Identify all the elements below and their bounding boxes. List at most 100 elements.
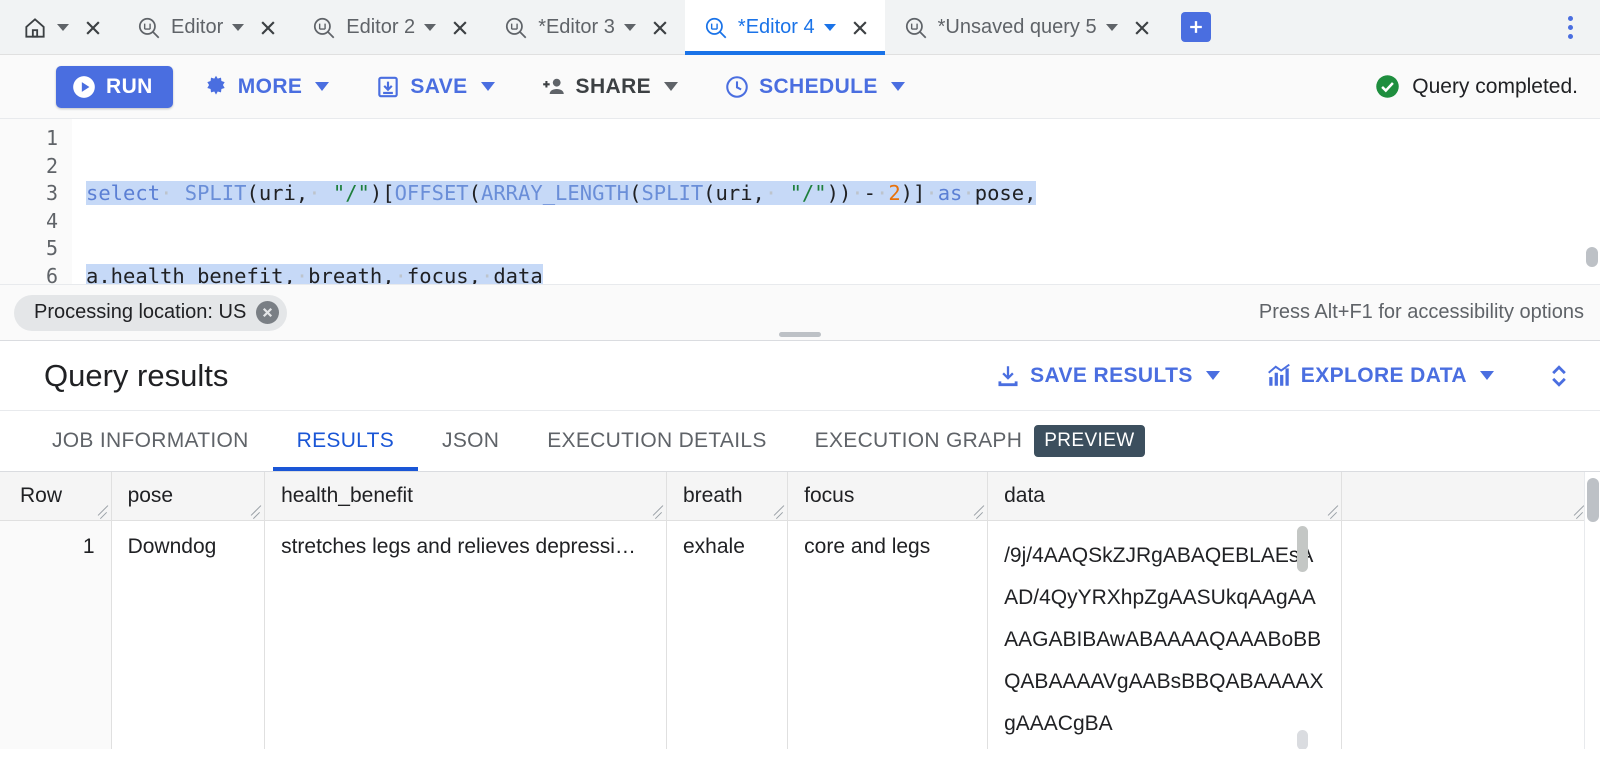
more-button[interactable]: MORE [187, 64, 346, 110]
tab-label: RESULTS [297, 429, 394, 453]
column-header-label: focus [804, 484, 854, 507]
cell-empty [1341, 520, 1587, 749]
close-icon[interactable] [256, 301, 279, 324]
column-header-data[interactable]: data [988, 472, 1341, 520]
chevron-down-icon[interactable] [315, 82, 329, 91]
close-icon[interactable] [649, 17, 671, 39]
add-tab-button[interactable] [1181, 12, 1211, 42]
run-button[interactable]: RUN [56, 66, 173, 108]
column-resize-grip[interactable] [771, 505, 785, 519]
tab-label: EXECUTION DETAILS [547, 429, 766, 453]
save-button[interactable]: SAVE [359, 64, 510, 110]
processing-location-chip[interactable]: Processing location: US [14, 295, 287, 331]
tab-label: JOB INFORMATION [52, 429, 249, 453]
tab-editor-3[interactable]: *Editor 3 [485, 0, 685, 55]
tab-json[interactable]: JSON [418, 411, 523, 471]
schedule-button[interactable]: SCHEDULE [708, 64, 921, 110]
tab-editor-4[interactable]: *Editor 4 [685, 0, 885, 55]
explore-data-button[interactable]: EXPLORE DATA [1250, 353, 1510, 399]
column-header-health-benefit[interactable]: health_benefit [265, 472, 667, 520]
run-button-label: RUN [106, 75, 153, 99]
data-cell-scrollbar[interactable] [1297, 526, 1308, 572]
query-editor-icon [311, 15, 337, 41]
code-line-2: a.health_benefit,·breath,·focus,·data [86, 263, 1600, 285]
tab-editor-1[interactable]: Editor [118, 0, 293, 55]
chevron-down-icon[interactable] [824, 24, 836, 31]
close-icon[interactable] [82, 17, 104, 39]
panel-resize-handle[interactable] [779, 332, 821, 337]
results-header: Query results SAVE RESULTS EXPLORE DATA [0, 340, 1600, 410]
column-resize-grip[interactable] [971, 505, 985, 519]
close-icon[interactable] [1131, 17, 1153, 39]
chevron-down-icon[interactable] [891, 82, 905, 91]
processing-location-label: Processing location: US [34, 301, 246, 324]
save-results-button[interactable]: SAVE RESULTS [979, 353, 1236, 399]
download-icon [995, 363, 1021, 389]
tab-label: JSON [442, 429, 499, 453]
chevron-down-icon[interactable] [481, 82, 495, 91]
check-circle-icon [1374, 73, 1401, 100]
line-number: 3 [0, 180, 72, 208]
editor-code-area[interactable]: select· SPLIT(uri,· "/")[OFFSET(ARRAY_LE… [72, 119, 1600, 284]
tab-label: Editor 2 [346, 16, 415, 39]
close-icon[interactable] [849, 17, 871, 39]
tab-unsaved-query-5[interactable]: *Unsaved query 5 [885, 0, 1167, 55]
column-header-label: breath [683, 484, 743, 507]
save-button-label: SAVE [410, 75, 467, 99]
tab-editor-2[interactable]: Editor 2 [293, 0, 485, 55]
column-resize-grip[interactable] [650, 505, 664, 519]
chevron-down-icon[interactable] [57, 24, 69, 31]
tab-label: *Unsaved query 5 [938, 16, 1097, 39]
preview-badge: PREVIEW [1034, 425, 1144, 457]
tab-job-information[interactable]: JOB INFORMATION [28, 411, 273, 471]
column-resize-grip[interactable] [95, 505, 109, 519]
sql-editor[interactable]: 1 2 3 4 5 6 select· SPLIT(uri,· "/")[OFF… [0, 119, 1600, 284]
chevron-down-icon[interactable] [232, 24, 244, 31]
kebab-dot-icon [1568, 25, 1573, 30]
overflow-menu-button[interactable] [1548, 0, 1592, 54]
chevron-down-icon[interactable] [424, 24, 436, 31]
data-cell-scrollbar-track-bottom[interactable] [1297, 730, 1308, 749]
chevron-down-icon[interactable] [624, 24, 636, 31]
close-icon[interactable] [257, 17, 279, 39]
column-resize-grip[interactable] [248, 505, 262, 519]
explore-data-label: EXPLORE DATA [1301, 364, 1467, 388]
home-icon [22, 15, 48, 41]
save-results-label: SAVE RESULTS [1030, 364, 1193, 388]
tab-label: EXECUTION GRAPH [815, 429, 1023, 453]
query-toolbar: RUN MORE SAVE [0, 55, 1600, 119]
column-resize-grip[interactable] [1571, 505, 1585, 519]
cell-health-benefit: stretches legs and relieves depressi… [265, 520, 667, 749]
scrollbar-thumb[interactable] [1587, 478, 1599, 522]
play-icon [71, 74, 97, 100]
column-header-breath[interactable]: breath [666, 472, 787, 520]
tab-execution-graph[interactable]: EXECUTION GRAPH PREVIEW [791, 411, 1169, 471]
page-title: Query results [44, 358, 228, 394]
results-table-area: Row pose health_benefit breath focus [0, 472, 1600, 749]
column-resize-grip[interactable] [1325, 505, 1339, 519]
column-header-pose[interactable]: pose [111, 472, 264, 520]
chevron-down-icon[interactable] [1106, 24, 1118, 31]
share-button[interactable]: SHARE [525, 64, 695, 110]
results-tabs: JOB INFORMATION RESULTS JSON EXECUTION D… [0, 410, 1600, 472]
editor-vertical-scrollbar[interactable] [1586, 247, 1598, 267]
column-header-empty[interactable] [1341, 472, 1587, 520]
column-header-focus[interactable]: focus [788, 472, 988, 520]
tab-home[interactable] [0, 0, 118, 55]
person-add-icon [541, 74, 567, 100]
line-number: 5 [0, 235, 72, 263]
schedule-button-label: SCHEDULE [759, 75, 878, 99]
tab-results[interactable]: RESULTS [273, 411, 418, 471]
close-icon[interactable] [449, 17, 471, 39]
chevron-down-icon[interactable] [664, 82, 678, 91]
expand-collapse-button[interactable] [1536, 353, 1582, 399]
tab-label: *Editor 3 [538, 16, 615, 39]
chevron-down-icon[interactable] [1206, 371, 1220, 380]
tab-execution-details[interactable]: EXECUTION DETAILS [523, 411, 790, 471]
results-vertical-scrollbar[interactable] [1584, 472, 1600, 749]
chevron-down-icon[interactable] [1480, 371, 1494, 380]
table-row[interactable]: 1 Downdog stretches legs and relieves de… [0, 520, 1588, 749]
unfold-more-icon [1545, 362, 1573, 390]
column-header-row[interactable]: Row [0, 472, 111, 520]
chart-icon [1266, 363, 1292, 389]
